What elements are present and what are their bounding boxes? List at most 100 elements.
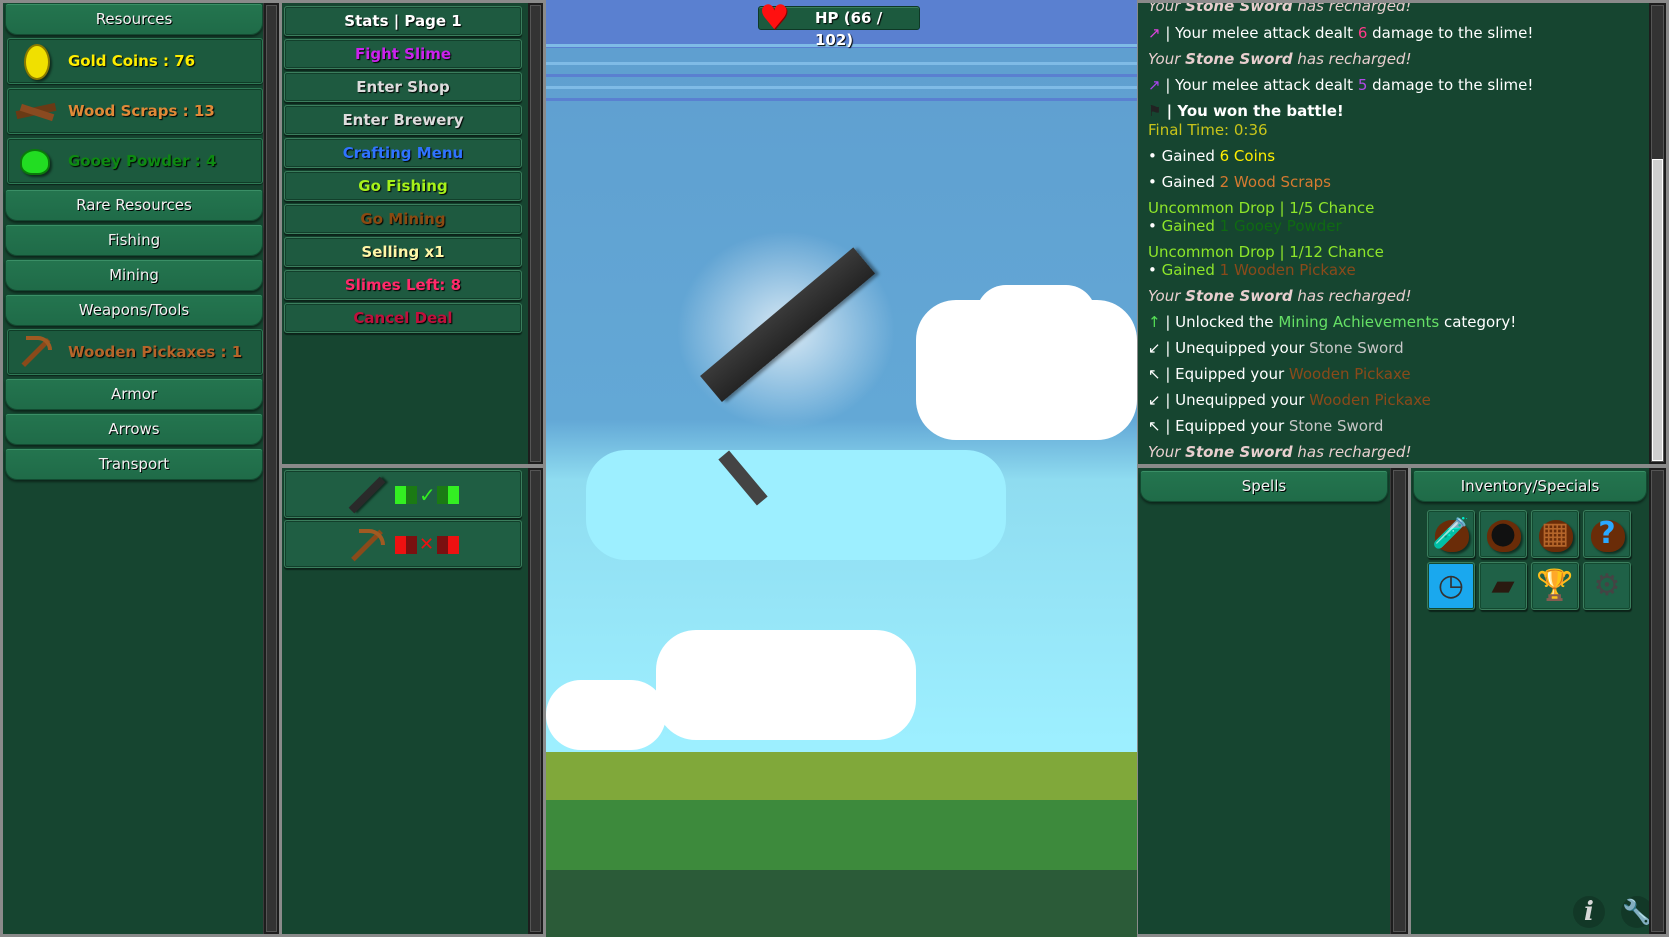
log-text: Gained (1161, 217, 1220, 235)
inventory-slot[interactable]: ▰ (1479, 562, 1527, 610)
inventory-slot[interactable]: ● (1479, 510, 1527, 558)
heart-icon: ♥ (759, 0, 790, 38)
hp-indicator: ♥ HP (66 / 102) (758, 0, 920, 49)
equip-row-wooden-pickaxe[interactable]: ✕ (284, 520, 522, 568)
crafting-menu-button[interactable]: Crafting Menu (284, 138, 522, 168)
log-text: has recharged! (1292, 3, 1412, 15)
inventory-slot[interactable]: ◷ (1427, 562, 1475, 610)
log-text: | You won the battle! (1161, 102, 1344, 120)
resource-label: Gold Coins : 76 (68, 52, 196, 70)
tab-weapons-tools[interactable]: Weapons/Tools (5, 294, 263, 326)
log-text: has recharged! (1292, 287, 1412, 305)
equipment-panel: ✓ ✕ (282, 468, 528, 934)
log-scrollbar[interactable] (1649, 3, 1666, 464)
unequipped-bar-right (437, 536, 459, 554)
log-text: category! (1439, 313, 1517, 331)
log-line: • Gained 1 Wooden Pickaxe (1148, 261, 1356, 279)
fight-slime-button[interactable]: Fight Slime (284, 39, 522, 69)
button-label: Enter Brewery (342, 111, 464, 129)
info-icon[interactable]: i (1573, 896, 1605, 928)
log-text: Stone Sword (1185, 287, 1293, 305)
tab-resources[interactable]: Resources (5, 3, 263, 35)
tab-arrows[interactable]: Arrows (5, 413, 263, 445)
log-text: | Unlocked the (1160, 313, 1279, 331)
log-text: Stone Sword (1185, 50, 1293, 68)
ground-grass-light (546, 752, 1137, 802)
sky-stripe (546, 86, 1137, 89)
inventory-slot[interactable]: ? (1583, 510, 1631, 558)
log-text: | Your melee attack dealt (1160, 76, 1358, 94)
log-scroll-thumb[interactable] (1652, 159, 1663, 461)
log-text: 1 Wooden Pickaxe (1219, 261, 1356, 279)
log-text: Stone Sword (1185, 3, 1293, 15)
selling-quantity-button[interactable]: Selling x1 (284, 237, 522, 267)
log-text: Wooden Pickaxe (1288, 365, 1411, 383)
slimes-left-button[interactable]: Slimes Left: 8 (284, 270, 522, 300)
cloud (586, 450, 1006, 560)
tab-inventory-specials[interactable]: Inventory/Specials (1413, 470, 1647, 502)
enter-shop-button[interactable]: Enter Shop (284, 72, 522, 102)
log-text: Your (1148, 443, 1186, 461)
stats-page-button[interactable]: Stats | Page 1 (284, 6, 522, 36)
tool-wooden-pickaxes[interactable]: Wooden Pickaxes : 1 (7, 329, 263, 375)
equipment-scrollbar[interactable] (528, 468, 543, 934)
sky-stripe (546, 74, 1137, 77)
tab-rare-resources[interactable]: Rare Resources (5, 189, 263, 221)
button-label: Enter Shop (356, 78, 450, 96)
tab-transport[interactable]: Transport (5, 448, 263, 480)
cancel-deal-button[interactable]: Cancel Deal (284, 303, 522, 333)
cloud (656, 630, 916, 740)
inventory-slot[interactable]: 🏆 (1531, 562, 1579, 610)
resource-gooey-powder[interactable]: Gooey Powder : 4 (7, 138, 263, 184)
log-line: Your Stone Sword has recharged! (1148, 287, 1411, 305)
equip-row-stone-sword[interactable]: ✓ (284, 470, 522, 518)
log-text: Stone Sword (1288, 417, 1384, 435)
crate-bag-icon: ▦ (1540, 516, 1570, 551)
gold-coin-icon (14, 41, 54, 81)
left-scrollbar[interactable] (264, 3, 279, 934)
log-line: ↙ | Unequipped your Wooden Pickaxe (1148, 391, 1431, 409)
button-label: Go Mining (360, 210, 446, 228)
log-text: has recharged! (1292, 50, 1412, 68)
go-fishing-button[interactable]: Go Fishing (284, 171, 522, 201)
log-line: Uncommon Drop | 1/5 Chance (1148, 199, 1374, 217)
tab-mining[interactable]: Mining (5, 259, 263, 291)
log-line: ↑ | Unlocked the Mining Achievements cat… (1148, 313, 1516, 331)
inventory-slot[interactable]: 🧪 (1427, 510, 1475, 558)
actions-scrollbar[interactable] (528, 3, 543, 464)
log-line: ⚑ | You won the battle! (1148, 102, 1344, 120)
battle-log: Your Stone Sword has recharged! ↗ | Your … (1138, 3, 1649, 464)
resource-wood-scraps[interactable]: Wood Scraps : 13 (7, 88, 263, 134)
log-line: ↗ | Your melee attack dealt 6 damage to … (1148, 24, 1533, 42)
tool-label: Wooden Pickaxes : 1 (68, 343, 243, 361)
log-text: Your (1148, 50, 1186, 68)
log-text: damage to the slime! (1367, 76, 1534, 94)
wooden-pickaxe-icon (14, 332, 54, 372)
tab-spells[interactable]: Spells (1140, 470, 1388, 502)
inventory-slot[interactable]: ▦ (1531, 510, 1579, 558)
inventory-scrollbar[interactable] (1649, 468, 1666, 934)
resource-gold-coins[interactable]: Gold Coins : 76 (7, 38, 263, 84)
tab-fishing[interactable]: Fishing (5, 224, 263, 256)
enter-brewery-button[interactable]: Enter Brewery (284, 105, 522, 135)
log-line: Final Time: 0:36 (1148, 121, 1268, 139)
log-text: • (1148, 217, 1162, 235)
tab-armor[interactable]: Armor (5, 378, 263, 410)
log-text: | Equipped your (1160, 365, 1289, 383)
button-label: Stats | Page 1 (344, 12, 462, 30)
resource-label: Wood Scraps : 13 (68, 102, 215, 120)
spells-scrollbar[interactable] (1391, 468, 1408, 934)
button-label: Cancel Deal (353, 309, 453, 327)
go-mining-button[interactable]: Go Mining (284, 204, 522, 234)
log-text: damage to the slime! (1367, 24, 1534, 42)
mystery-bag-icon: ? (1598, 516, 1616, 551)
log-text: Final Time: 0:36 (1148, 121, 1268, 139)
log-text: | Unequipped your (1160, 391, 1310, 409)
x-mark-icon: ✕ (419, 534, 435, 555)
log-text: Stone Sword (1309, 339, 1404, 357)
potion-bag-icon: 🧪 (1432, 516, 1470, 551)
log-line-icon: ↖ (1148, 417, 1161, 435)
log-text: • Gained (1148, 173, 1220, 191)
inventory-slot[interactable]: ⚙ (1583, 562, 1631, 610)
log-text: Your (1148, 287, 1186, 305)
